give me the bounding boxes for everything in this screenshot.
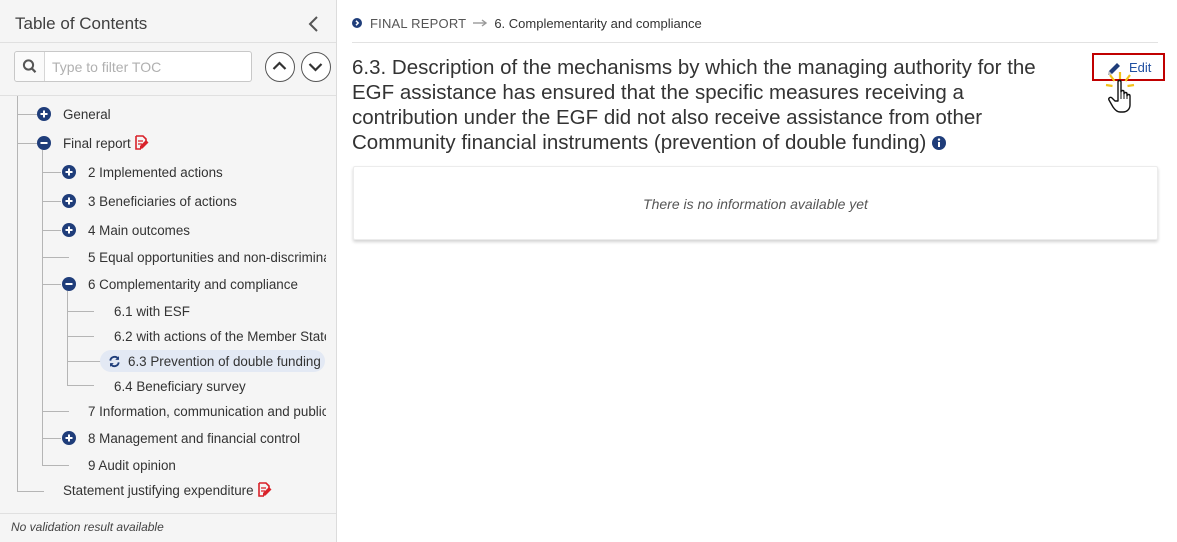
toc-item-general[interactable]: General — [63, 103, 111, 125]
collapse-icon[interactable] — [62, 277, 76, 291]
chevron-down-icon — [308, 63, 323, 72]
divider — [0, 513, 336, 514]
search-icon — [15, 52, 45, 81]
expand-icon[interactable] — [62, 165, 76, 179]
chevron-left-icon[interactable] — [306, 14, 322, 34]
next-match-button[interactable] — [301, 52, 331, 82]
divider — [0, 42, 336, 43]
toc-filter-input[interactable] — [46, 52, 251, 81]
content-panel: There is no information available yet — [353, 166, 1158, 240]
toc-item-6-4-beneficiary-survey[interactable]: 6.4 Beneficiary survey — [114, 375, 246, 397]
toc-item-equal-opportunities[interactable]: 5 Equal opportunities and non-discrimina… — [88, 246, 326, 268]
expand-icon[interactable] — [62, 194, 76, 208]
toc-item-6-2-member-states[interactable]: 6.2 with actions of the Member States — [114, 325, 326, 347]
expand-icon[interactable] — [37, 107, 51, 121]
toc-filter[interactable] — [14, 51, 252, 82]
toc-item-management[interactable]: 8 Management and financial control — [88, 427, 300, 449]
breadcrumb-root[interactable]: FINAL REPORT — [370, 16, 466, 31]
info-icon[interactable] — [932, 136, 947, 150]
breadcrumb-current: 6. Complementarity and compliance — [494, 15, 702, 31]
toc-item-main-outcomes[interactable]: 4 Main outcomes — [88, 219, 190, 241]
toc-item-audit-opinion[interactable]: 9 Audit opinion — [88, 454, 176, 476]
toc-item-implemented-actions[interactable]: 2 Implemented actions — [88, 161, 223, 183]
toc-sidebar: Table of Contents Type to filter TOC Gen… — [0, 0, 337, 542]
toc-tree: General Final report 2 Implemented actio… — [0, 96, 336, 512]
chevron-up-icon — [272, 61, 287, 70]
main-content: FINAL REPORT 6. Complementarity and comp… — [338, 0, 1177, 542]
empty-message: There is no information available yet — [643, 196, 868, 212]
document-edit-icon — [257, 482, 272, 497]
chevron-circle-right-icon — [352, 18, 362, 28]
toc-item-6-3-double-funding[interactable]: 6.3 Prevention of double funding — [100, 350, 325, 372]
toc-title: Table of Contents — [15, 14, 148, 33]
validation-status: No validation result available — [11, 520, 164, 534]
breadcrumb: FINAL REPORT 6. Complementarity and comp… — [352, 14, 702, 32]
document-edit-icon — [134, 135, 149, 150]
expand-icon[interactable] — [62, 431, 76, 445]
toc-item-6-1-esf[interactable]: 6.1 with ESF — [114, 300, 190, 322]
section-heading: 6.3. Description of the mechanisms by wh… — [352, 56, 1036, 154]
toc-item-complementarity[interactable]: 6 Complementarity and compliance — [88, 273, 298, 295]
toc-item-beneficiaries[interactable]: 3 Beneficiaries of actions — [88, 190, 237, 212]
expand-icon[interactable] — [62, 223, 76, 237]
hand-cursor-icon — [1105, 72, 1135, 113]
arrow-right-icon — [473, 19, 488, 27]
divider — [352, 42, 1158, 43]
previous-match-button[interactable] — [265, 52, 295, 82]
refresh-icon — [109, 355, 120, 367]
collapse-icon[interactable] — [37, 136, 51, 150]
toc-item-statement[interactable]: Statement justifying expenditure — [63, 479, 273, 501]
toc-item-information[interactable]: 7 Information, communication and publici… — [88, 400, 326, 422]
toc-item-final-report[interactable]: Final report — [63, 132, 150, 154]
